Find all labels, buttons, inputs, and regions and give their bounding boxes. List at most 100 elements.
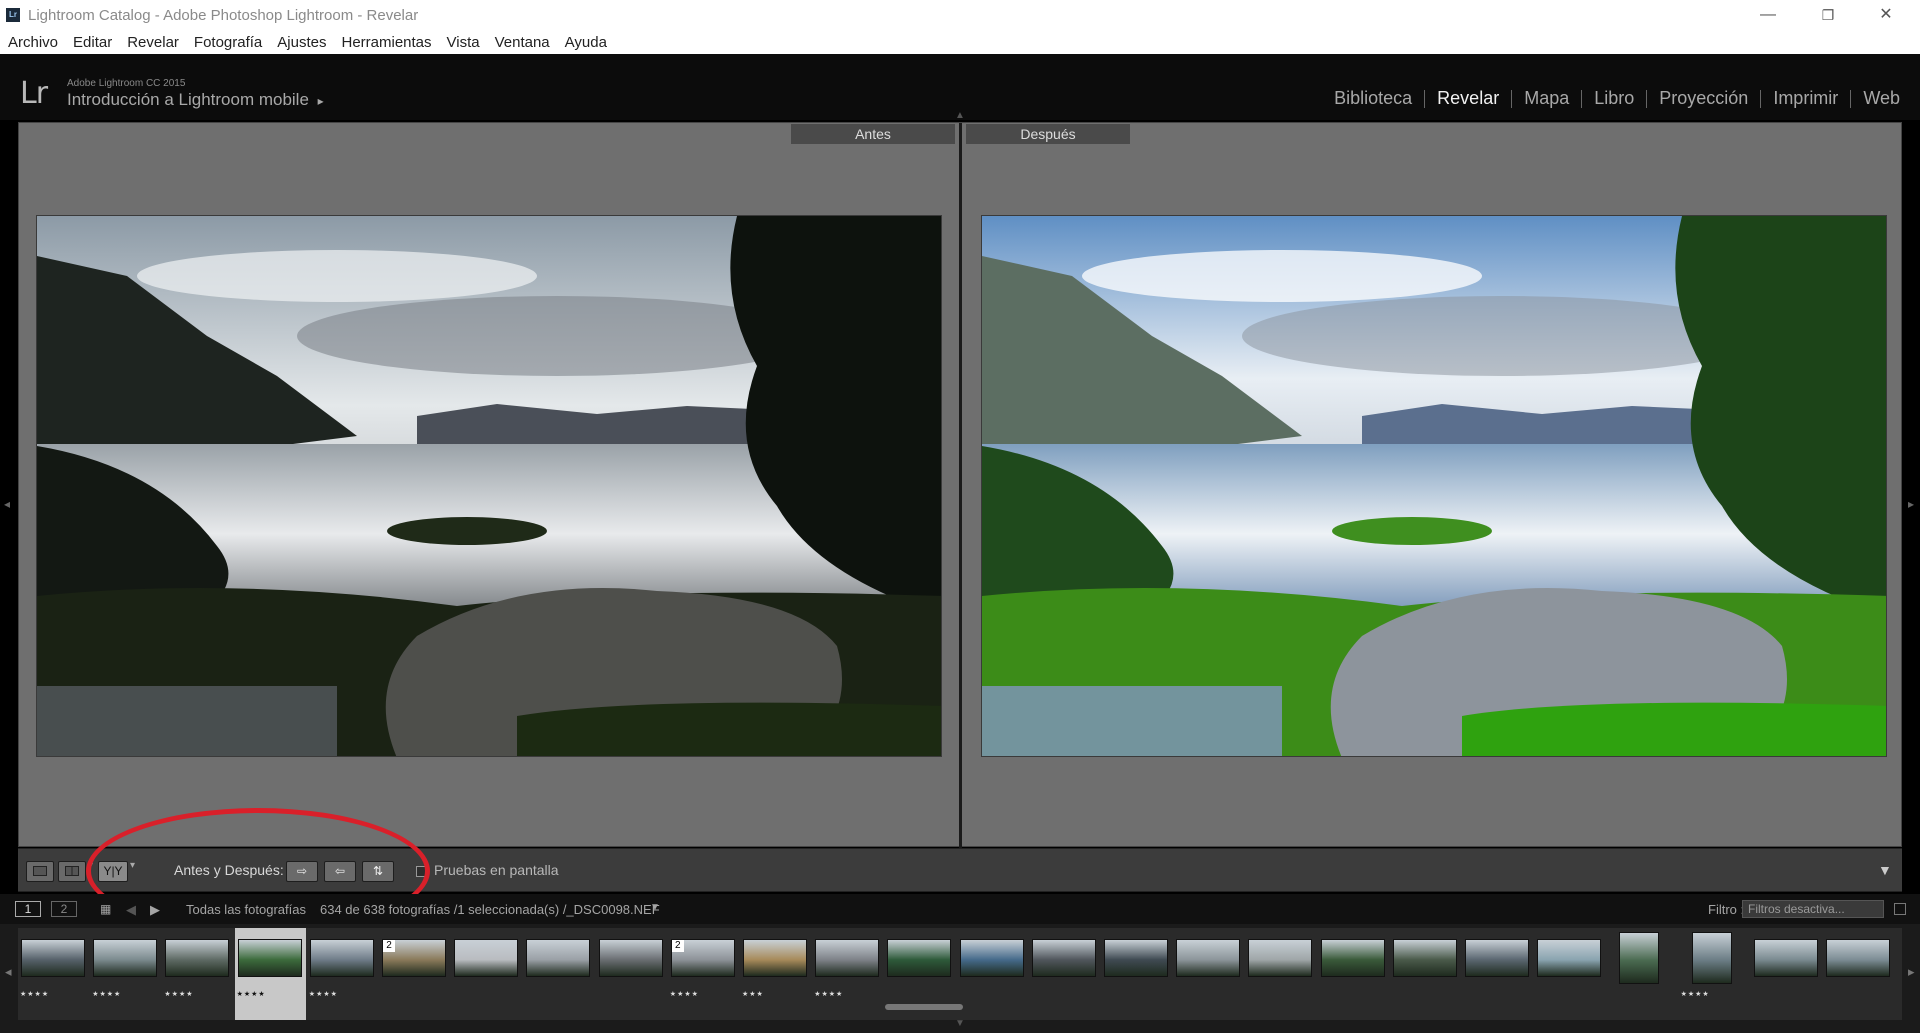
source-dropdown-chevron-icon[interactable]: ▼ <box>650 902 660 913</box>
identity-plate[interactable]: Introducción a Lightroom mobile ▸ <box>67 90 324 110</box>
thumbnail-image <box>526 939 591 977</box>
filmstrip-thumbnail[interactable]: ★★★★ <box>1678 928 1750 1020</box>
toolbar-options-chevron-icon[interactable]: ▼ <box>1878 862 1892 878</box>
thumbnail-rating: ★★★★ <box>164 991 194 998</box>
module-revelar[interactable]: Revelar <box>1425 88 1511 109</box>
identity-plate-text: Introducción a Lightroom mobile <box>67 90 309 109</box>
thumbnail-rating: ★★★★ <box>20 991 50 998</box>
thumbnail-image <box>1176 939 1241 977</box>
minimize-button[interactable]: — <box>1740 0 1796 30</box>
filmstrip-thumbnail[interactable]: ★★★★ <box>162 928 234 1020</box>
filmstrip-thumbnail[interactable] <box>1462 928 1533 1020</box>
module-web[interactable]: Web <box>1851 88 1912 109</box>
filmstrip-thumbnail[interactable]: ★★★★ <box>812 928 884 1020</box>
identity-bar: ▲ Lr Adobe Lightroom CC 2015 Introducció… <box>0 54 1920 121</box>
menu-ajustes[interactable]: Ajustes <box>277 34 326 51</box>
stack-badge: 2 <box>671 940 684 952</box>
menu-ventana[interactable]: Ventana <box>495 34 550 51</box>
menu-vista[interactable]: Vista <box>447 34 480 51</box>
after-photo-image <box>982 216 1886 756</box>
source-label[interactable]: Todas las fotografías <box>186 902 306 917</box>
thumbnail-image <box>887 939 952 977</box>
filmstrip-thumbnail[interactable] <box>1317 928 1389 1020</box>
filmstrip-thumbnail[interactable]: ★★★★ <box>18 928 89 1020</box>
filmstrip-thumbnail[interactable]: 2 ★★★★ <box>667 928 739 1020</box>
pane-divider <box>959 123 962 848</box>
menu-archivo[interactable]: Archivo <box>8 34 58 51</box>
main-window-button[interactable]: 1 <box>15 901 41 917</box>
before-photo-image <box>37 216 941 756</box>
module-picker: Biblioteca Revelar Mapa Libro Proyección… <box>1322 88 1912 109</box>
play-arrow-icon: ▸ <box>317 94 324 108</box>
filmstrip-thumbnail[interactable] <box>1823 928 1894 1020</box>
filmstrip-scrollbar[interactable] <box>885 1004 963 1010</box>
collapse-top-panel-icon[interactable]: ▲ <box>955 110 965 121</box>
menu-ayuda[interactable]: Ayuda <box>565 34 607 51</box>
filmstrip-thumbnail[interactable] <box>1534 928 1606 1020</box>
filmstrip-thumbnail[interactable] <box>451 928 523 1020</box>
before-after-workspace: Antes Después <box>18 122 1902 848</box>
filmstrip-thumbnail[interactable] <box>595 928 667 1020</box>
menu-revelar[interactable]: Revelar <box>127 34 179 51</box>
secondary-window-button[interactable]: 2 <box>51 901 77 917</box>
thumbnail-image <box>1619 932 1660 984</box>
menu-editar[interactable]: Editar <box>73 34 112 51</box>
restore-button[interactable]: ❐ <box>1800 0 1856 30</box>
before-after-mode-button[interactable] <box>58 861 86 882</box>
softproof-label: Pruebas en pantalla <box>434 862 559 878</box>
module-biblioteca[interactable]: Biblioteca <box>1322 88 1424 109</box>
stack-badge: 2 <box>383 940 395 952</box>
close-button[interactable]: ✕ <box>1858 0 1914 30</box>
collapse-bottom-panel-icon[interactable]: ▼ <box>955 1018 965 1029</box>
thumbnail-image <box>1392 939 1457 977</box>
after-label: Después <box>966 124 1130 144</box>
collapse-right-panel-icon[interactable]: ▸ <box>1908 497 1914 511</box>
photo-count[interactable]: 634 de 638 fotografías /1 seleccionada(s… <box>320 902 660 917</box>
before-photo[interactable] <box>36 215 942 757</box>
module-libro[interactable]: Libro <box>1582 88 1646 109</box>
filter-dropdown[interactable]: Filtros desactiva... <box>1742 900 1884 918</box>
loupe-view-button[interactable] <box>26 861 54 882</box>
window-titlebar: Lr Lightroom Catalog - Adobe Photoshop L… <box>0 0 1920 30</box>
window-title: Lightroom Catalog - Adobe Photoshop Ligh… <box>28 6 419 24</box>
filmstrip-thumbnail[interactable]: ★★★★ <box>306 928 378 1020</box>
filmstrip-thumbnail[interactable] <box>1606 928 1678 1020</box>
thumbnail-image <box>959 939 1024 977</box>
filmstrip-thumbnail[interactable]: ★★★★ <box>234 928 306 1020</box>
filmstrip-thumbnail[interactable]: ★★★★ <box>90 928 162 1020</box>
module-imprimir[interactable]: Imprimir <box>1761 88 1850 109</box>
filmstrip-thumbnail[interactable] <box>523 928 595 1020</box>
thumbnail-image <box>1465 939 1529 977</box>
forward-arrow-icon[interactable]: ▶ <box>150 902 160 918</box>
thumbnail-rating: ★★★★ <box>814 991 844 998</box>
thumbnail-image <box>454 939 519 977</box>
back-arrow-icon[interactable]: ◀ <box>126 902 136 918</box>
filmstrip-thumbnail[interactable] <box>1389 928 1461 1020</box>
filmstrip-thumbnail[interactable] <box>956 928 1028 1020</box>
thumbnail-image <box>1248 939 1313 977</box>
filmstrip-scroll-right-icon[interactable]: ▸ <box>1908 964 1915 980</box>
filmstrip-thumbnail[interactable] <box>1173 928 1245 1020</box>
filter-label: Filtro : <box>1708 902 1745 917</box>
filmstrip-thumbnail[interactable] <box>1028 928 1100 1020</box>
filmstrip-thumbnail[interactable] <box>1750 928 1822 1020</box>
filmstrip-thumbnail[interactable] <box>1245 928 1317 1020</box>
menu-fotografia[interactable]: Fotografía <box>194 34 262 51</box>
filmstrip-thumbnail[interactable] <box>1101 928 1172 1020</box>
filmstrip: ◂ ★★★★ ★★★★ ★★★★ ★★★★ ★★★★ 2 2 ★★★★ ★★★ ★★★★ ★★★★ … <box>0 924 1920 1033</box>
after-photo[interactable] <box>981 215 1887 757</box>
thumbnail-image <box>1320 939 1385 977</box>
lock-filter-icon[interactable] <box>1894 903 1906 915</box>
collapse-left-panel-icon[interactable]: ◂ <box>4 497 10 511</box>
filmstrip-thumbnail[interactable]: 2 <box>379 928 450 1020</box>
module-mapa[interactable]: Mapa <box>1512 88 1581 109</box>
filmstrip-scroll-left-icon[interactable]: ◂ <box>5 964 12 980</box>
thumbnail-image <box>743 939 807 977</box>
module-proyeccion[interactable]: Proyección <box>1647 88 1760 109</box>
menu-herramientas[interactable]: Herramientas <box>341 34 431 51</box>
thumbnail-image <box>309 939 374 977</box>
single-view-icon <box>33 866 47 876</box>
grid-icon[interactable]: ▦ <box>100 902 111 916</box>
thumbnail-image <box>237 939 302 977</box>
filmstrip-thumbnail[interactable]: ★★★ <box>740 928 811 1020</box>
